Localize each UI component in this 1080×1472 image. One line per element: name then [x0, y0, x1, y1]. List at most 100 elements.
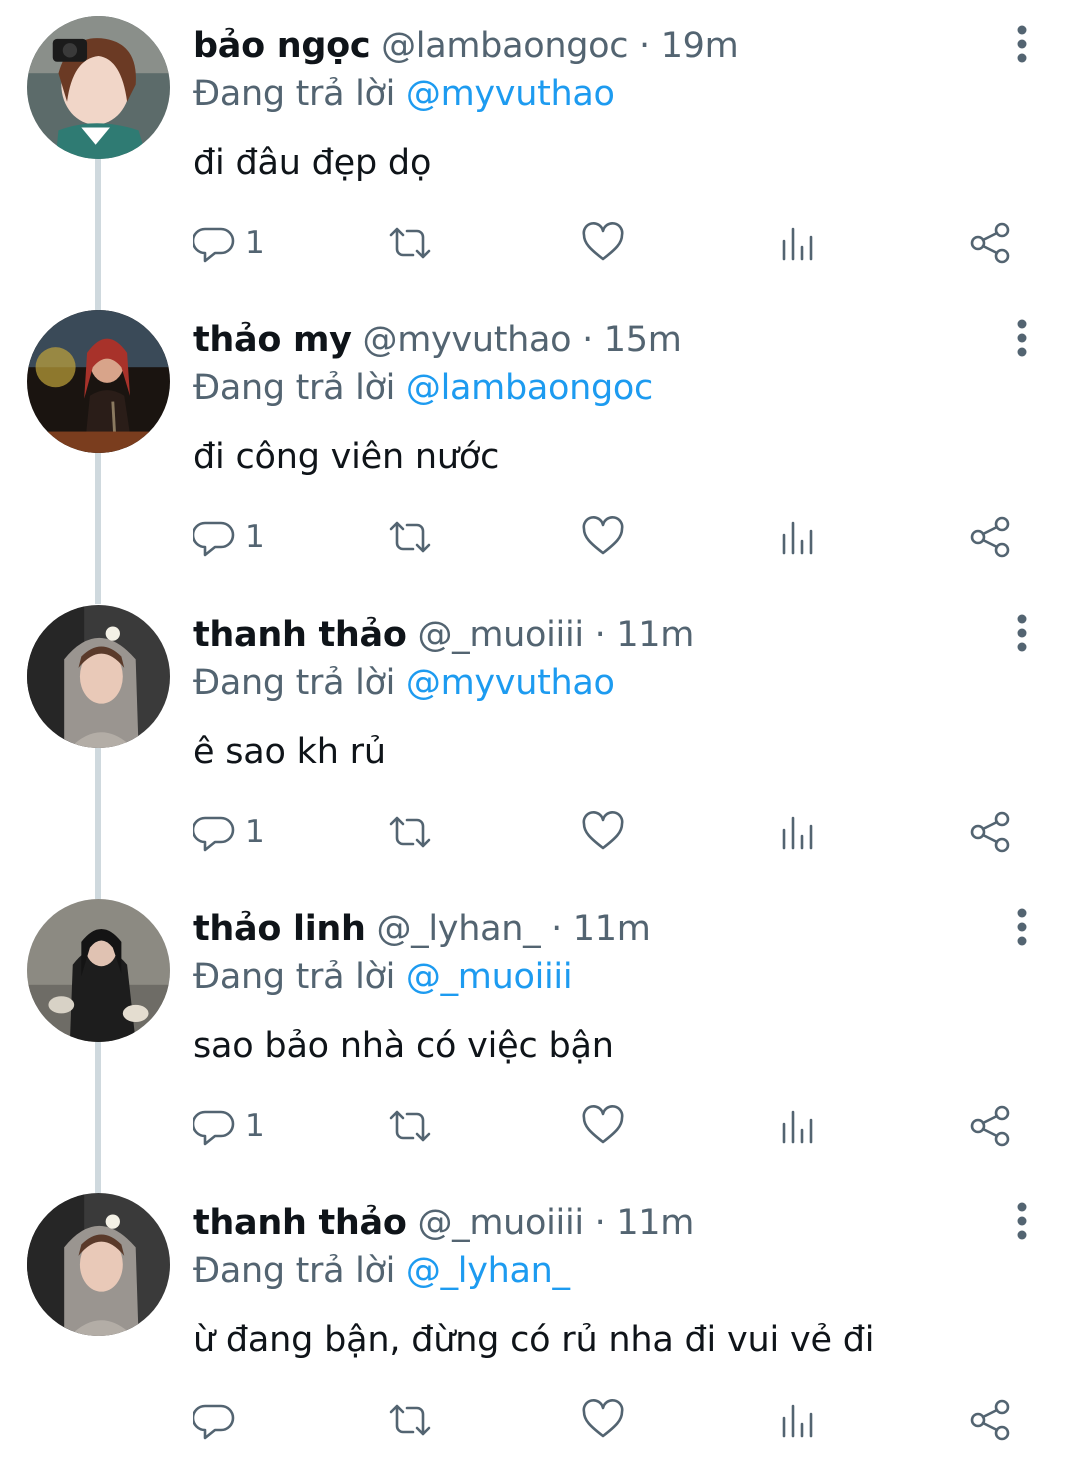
avatar[interactable] [27, 310, 170, 453]
vertical-ellipsis-icon [1017, 908, 1027, 946]
reply-button[interactable]: 1 [193, 218, 265, 268]
retweet-button[interactable] [385, 218, 435, 268]
views-button[interactable] [776, 218, 820, 268]
timestamp[interactable]: 15m [604, 320, 682, 360]
heart-icon [582, 222, 624, 261]
replying-to-mention[interactable]: @_muoiiii [406, 957, 573, 997]
share-nodes-icon [970, 1105, 1010, 1147]
display-name[interactable]: thanh thảo [193, 615, 407, 655]
reply-count: 1 [245, 814, 265, 850]
replying-to: Đang trả lời @myvuthao [193, 72, 615, 116]
reply-thread: bảo ngọc @lambaongoc · 19m Đang trả lời … [0, 0, 1080, 1455]
tweet[interactable]: thảo my @myvuthao · 15m Đang trả lời @la… [0, 294, 1080, 604]
separator-dot: · [540, 909, 573, 949]
share-nodes-icon [970, 811, 1010, 853]
tweet-header: thảo my @myvuthao · 15m [193, 318, 682, 362]
user-handle[interactable]: @_lyhan_ [376, 909, 540, 949]
more-options-button[interactable] [1006, 611, 1038, 657]
retweet-arrows-icon [389, 816, 431, 848]
timestamp[interactable]: 11m [573, 909, 651, 949]
share-button[interactable] [968, 512, 1014, 562]
heart-icon [582, 1105, 624, 1144]
heart-icon [582, 1399, 624, 1438]
retweet-button[interactable] [385, 1395, 435, 1445]
replying-to-mention[interactable]: @myvuthao [406, 663, 615, 703]
user-handle[interactable]: @myvuthao [363, 320, 572, 360]
timestamp[interactable]: 19m [661, 26, 739, 66]
tweet-actions: 1 [0, 218, 1080, 268]
more-options-button[interactable] [1006, 905, 1038, 951]
tweet[interactable]: thanh thảo @_muoiiii · 11m Đang trả lời … [0, 589, 1080, 899]
tweet[interactable]: bảo ngọc @lambaongoc · 19m Đang trả lời … [0, 0, 1080, 310]
like-button[interactable] [580, 218, 626, 268]
heart-icon [582, 811, 624, 850]
separator-dot: · [571, 320, 604, 360]
more-options-button[interactable] [1006, 1199, 1038, 1245]
tweet-text: sao bảo nhà có việc bận [193, 1026, 614, 1066]
replying-to-label: Đang trả lời [193, 368, 396, 408]
like-button[interactable] [580, 807, 626, 857]
more-options-button[interactable] [1006, 316, 1038, 362]
share-button[interactable] [968, 218, 1014, 268]
tweet-header: bảo ngọc @lambaongoc · 19m [193, 24, 739, 68]
reply-count: 1 [245, 1108, 265, 1144]
vertical-ellipsis-icon [1017, 614, 1027, 652]
views-button[interactable] [776, 512, 820, 562]
avatar-photo [27, 605, 170, 748]
tweet-actions [0, 1395, 1080, 1445]
avatar[interactable] [27, 899, 170, 1042]
display-name[interactable]: thảo linh [193, 909, 366, 949]
share-button[interactable] [968, 807, 1014, 857]
speech-bubble-icon [193, 1404, 235, 1440]
replying-to: Đang trả lời @lambaongoc [193, 366, 653, 410]
like-button[interactable] [580, 1395, 626, 1445]
views-button[interactable] [776, 1395, 820, 1445]
reply-button[interactable]: 1 [193, 1101, 265, 1151]
avatar[interactable] [27, 605, 170, 748]
retweet-button[interactable] [385, 1101, 435, 1151]
tweet-actions: 1 [0, 512, 1080, 562]
avatar[interactable] [27, 1193, 170, 1336]
display-name[interactable]: thảo my [193, 320, 352, 360]
retweet-arrows-icon [389, 1110, 431, 1142]
retweet-button[interactable] [385, 512, 435, 562]
bar-chart-icon [782, 816, 813, 850]
retweet-arrows-icon [389, 521, 431, 553]
user-handle[interactable]: @_muoiiii [417, 1203, 584, 1243]
retweet-button[interactable] [385, 807, 435, 857]
heart-icon [582, 516, 624, 555]
replying-to-mention[interactable]: @_lyhan_ [406, 1251, 570, 1291]
vertical-ellipsis-icon [1017, 319, 1027, 357]
like-button[interactable] [580, 1101, 626, 1151]
speech-bubble-icon [193, 1110, 235, 1146]
reply-button[interactable] [193, 1395, 245, 1445]
replying-to: Đang trả lời @myvuthao [193, 661, 615, 705]
views-button[interactable] [776, 1101, 820, 1151]
avatar-photo [27, 899, 170, 1042]
more-options-button[interactable] [1006, 22, 1038, 68]
display-name[interactable]: bảo ngọc [193, 26, 371, 66]
avatar-photo [27, 16, 170, 159]
user-handle[interactable]: @lambaongoc [381, 26, 628, 66]
vertical-ellipsis-icon [1017, 25, 1027, 63]
share-button[interactable] [968, 1101, 1014, 1151]
timestamp[interactable]: 11m [616, 1203, 694, 1243]
replying-to-mention[interactable]: @myvuthao [406, 74, 615, 114]
separator-dot: · [628, 26, 661, 66]
tweet[interactable]: thanh thảo @_muoiiii · 11m Đang trả lời … [0, 1177, 1080, 1472]
avatar[interactable] [27, 16, 170, 159]
timestamp[interactable]: 11m [616, 615, 694, 655]
tweet-text: ừ đang bận, đừng có rủ nha đi vui vẻ đi [193, 1320, 875, 1360]
replying-to-mention[interactable]: @lambaongoc [406, 368, 653, 408]
views-button[interactable] [776, 807, 820, 857]
tweet-actions: 1 [0, 1101, 1080, 1151]
tweet-header: thanh thảo @_muoiiii · 11m [193, 613, 694, 657]
share-button[interactable] [968, 1395, 1014, 1445]
like-button[interactable] [580, 512, 626, 562]
reply-button[interactable]: 1 [193, 512, 265, 562]
reply-button[interactable]: 1 [193, 807, 265, 857]
display-name[interactable]: thanh thảo [193, 1203, 407, 1243]
replying-to-label: Đang trả lời [193, 663, 396, 703]
user-handle[interactable]: @_muoiiii [417, 615, 584, 655]
tweet[interactable]: thảo linh @_lyhan_ · 11m Đang trả lời @_… [0, 883, 1080, 1193]
